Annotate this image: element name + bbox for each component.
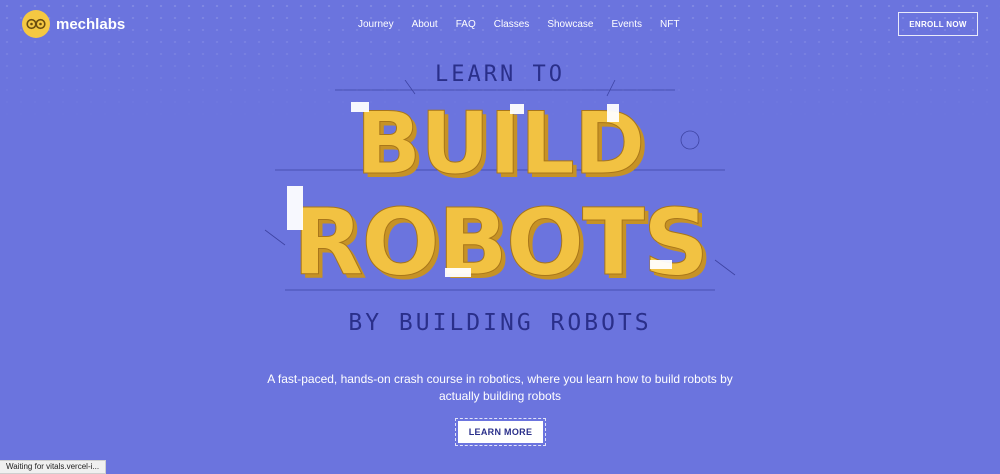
hero-word-robots: ROBOTS [293, 189, 707, 296]
nav-faq[interactable]: FAQ [456, 19, 476, 30]
hero-word-build: BUILD [356, 94, 645, 194]
hero-bottom-line: BY BUILDING ROBOTS [348, 310, 652, 336]
nav-showcase[interactable]: Showcase [547, 19, 593, 30]
learn-more-frame: LEARN MORE [455, 418, 546, 446]
learn-more-button[interactable]: LEARN MORE [458, 421, 543, 443]
hero-description: A fast-paced, hands-on crash course in r… [267, 372, 733, 403]
logo[interactable]: mechlabs [22, 10, 125, 38]
owl-eyes-icon [22, 10, 50, 38]
brand-name: mechlabs [56, 15, 126, 33]
hero-3d-title: BUILD BUILD ROBOTS ROBOTS [255, 79, 745, 310]
main-nav: Journey About FAQ Classes Showcase Event… [358, 19, 679, 30]
nav-nft[interactable]: NFT [660, 19, 679, 30]
nav-events[interactable]: Events [611, 19, 642, 30]
browser-status-bar: Waiting for vitals.vercel-i... [0, 460, 107, 474]
nav-about[interactable]: About [412, 19, 438, 30]
nav-classes[interactable]: Classes [494, 19, 530, 30]
enroll-now-button[interactable]: ENROLL NOW [898, 12, 978, 36]
nav-journey[interactable]: Journey [358, 19, 394, 30]
